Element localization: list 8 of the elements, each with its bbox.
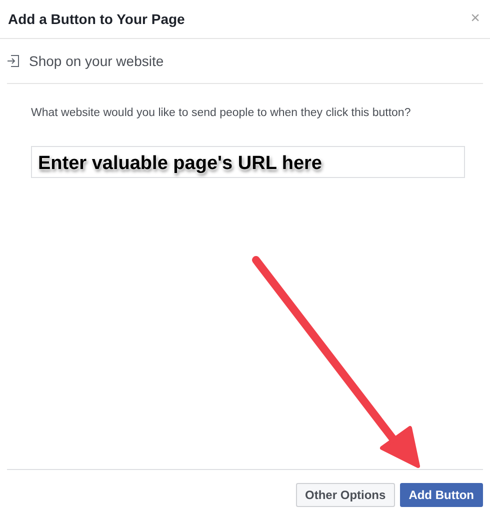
enter-icon — [7, 55, 19, 67]
option-label: Shop on your website — [29, 53, 164, 69]
url-field[interactable] — [31, 146, 465, 178]
add-button[interactable]: Add Button — [400, 483, 483, 507]
options-button[interactable]: Other Options — [296, 483, 395, 507]
annotation-text: Enter valuable page's URL here — [38, 153, 322, 175]
dialog-title: Add a Button to Your Page — [8, 11, 185, 27]
question-text: What website would you like to send people to when they click this button? — [31, 107, 412, 119]
